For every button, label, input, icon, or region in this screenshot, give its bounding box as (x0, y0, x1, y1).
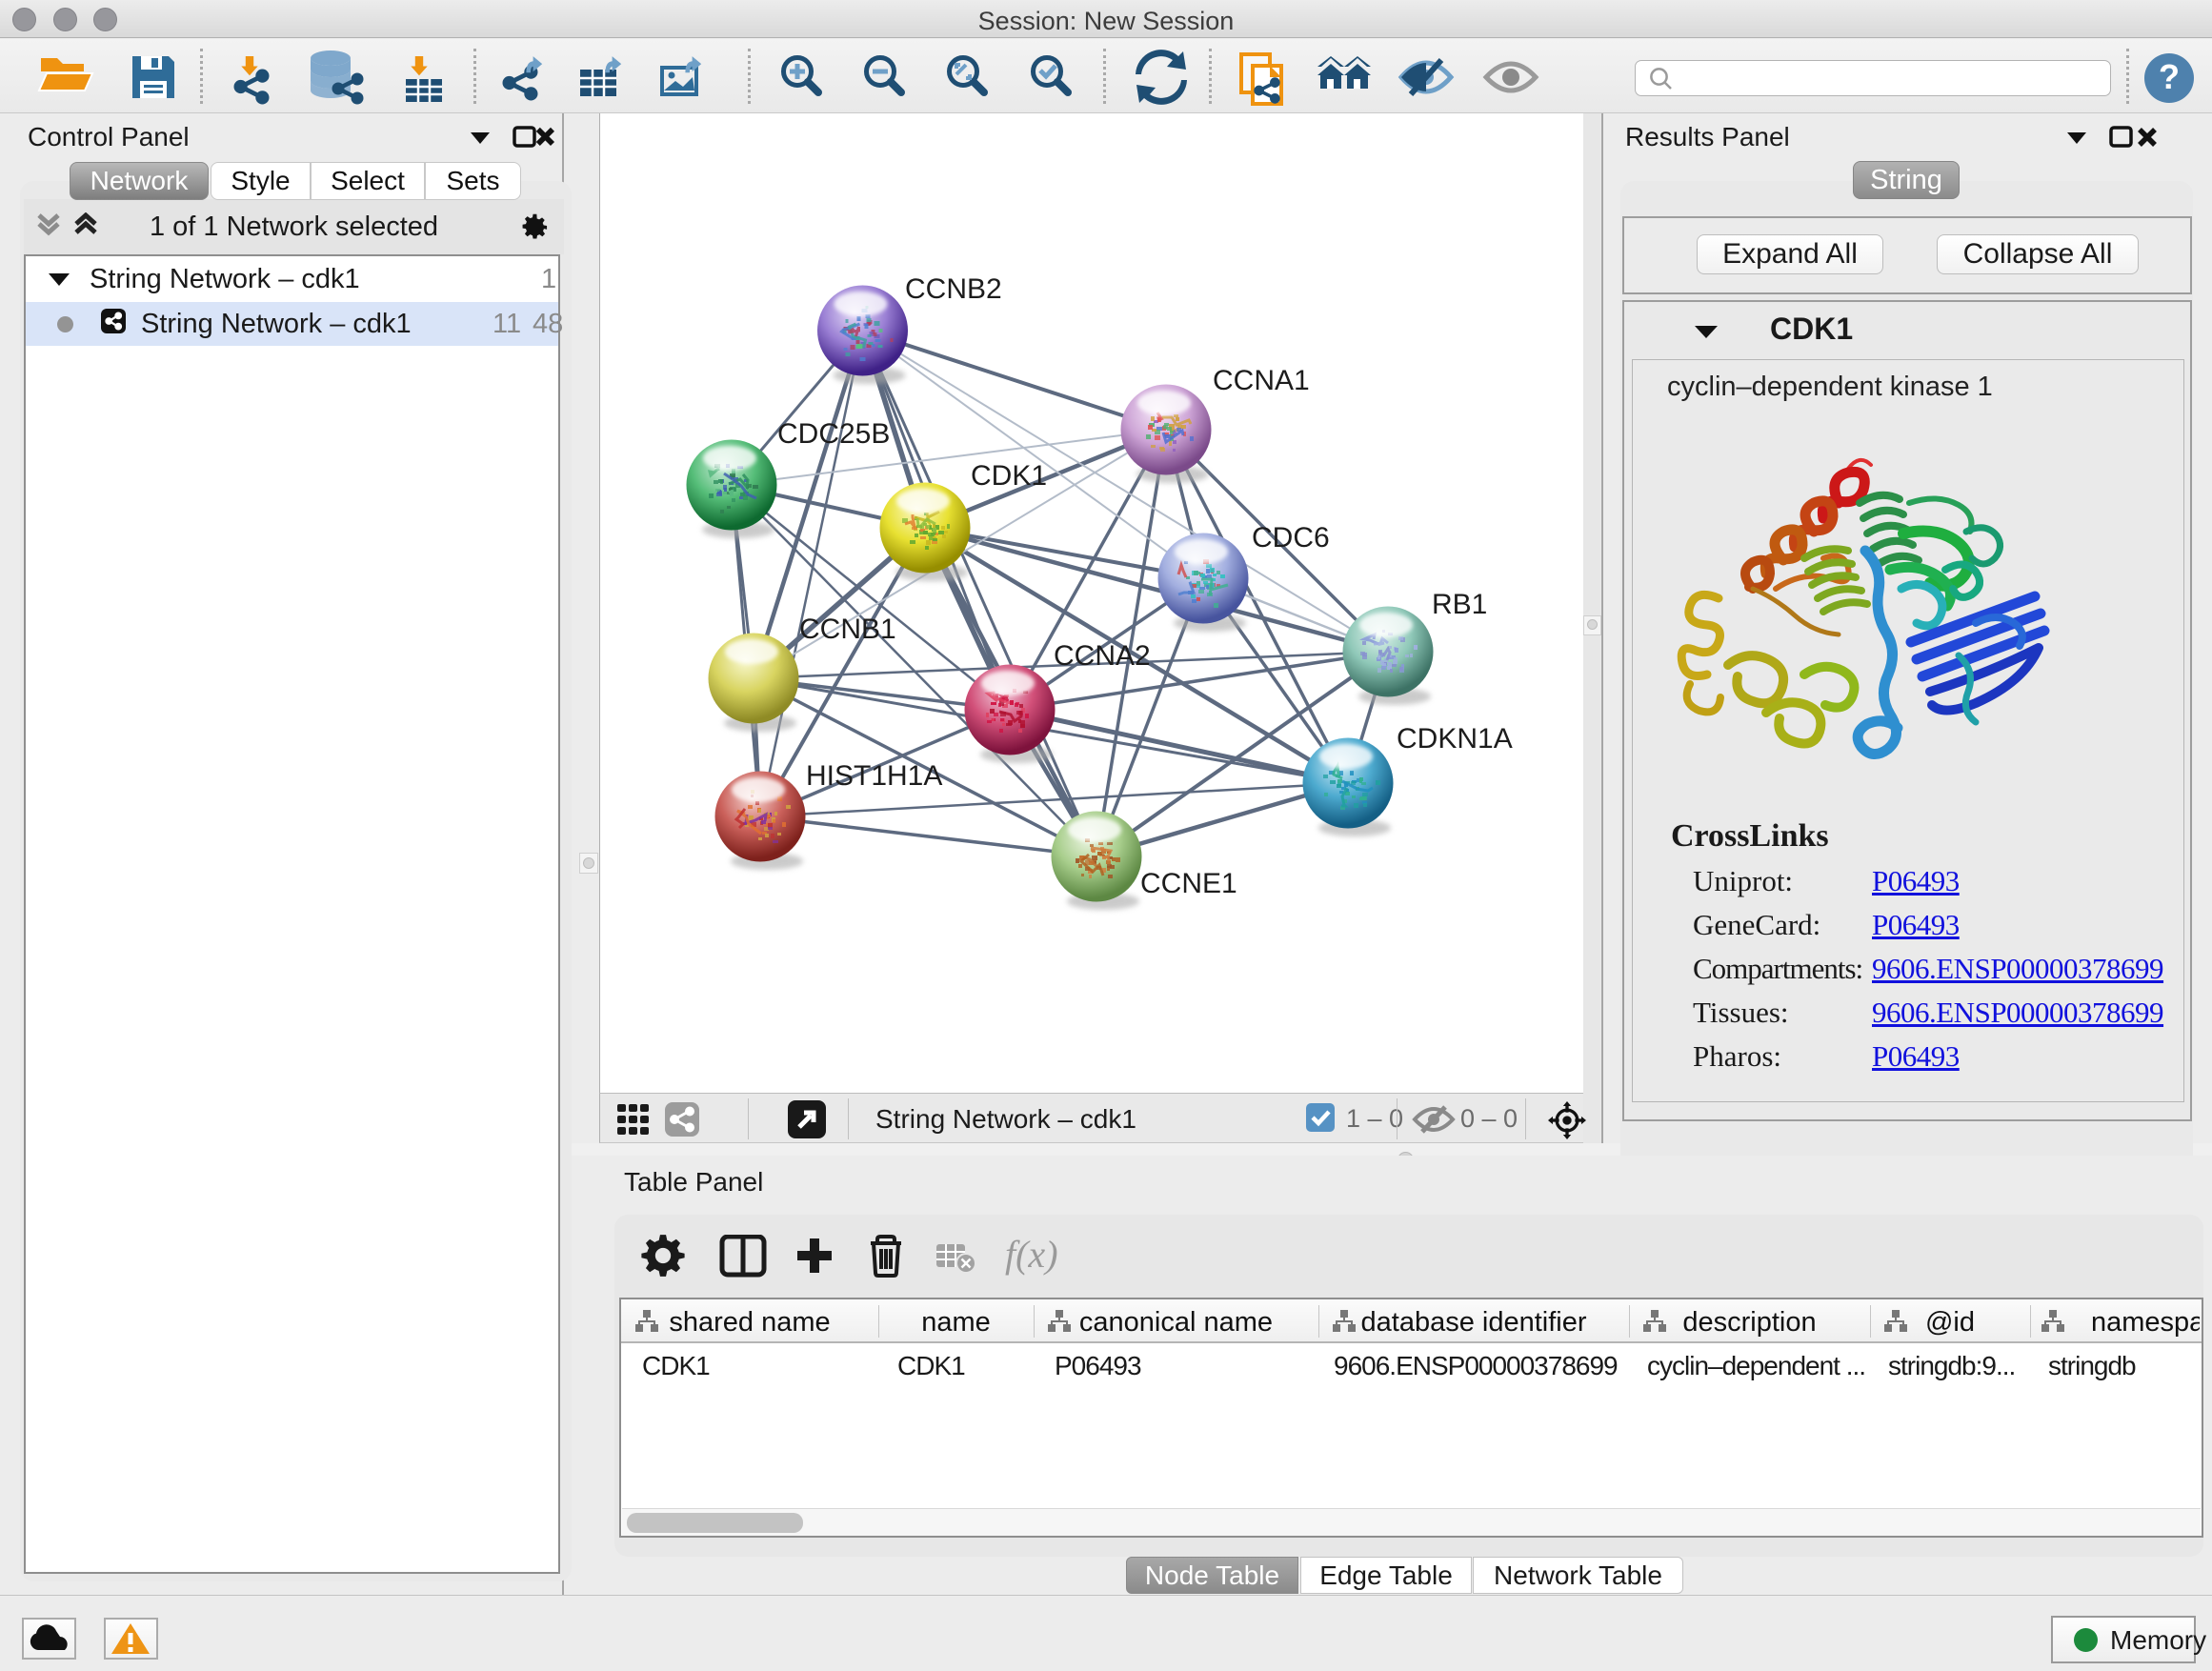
svg-text:CDC25B: CDC25B (777, 418, 890, 450)
svg-text:HIST1H1A: HIST1H1A (806, 760, 942, 792)
svg-text:RB1: RB1 (1432, 589, 1487, 620)
svg-text:CCNB2: CCNB2 (905, 273, 1002, 305)
svg-text:f(x): f(x) (1005, 1235, 1058, 1276)
svg-text:CDK1: CDK1 (971, 460, 1047, 492)
svg-text:CCNA1: CCNA1 (1213, 365, 1310, 396)
svg-text:CDC6: CDC6 (1252, 522, 1330, 554)
svg-text:CCNB1: CCNB1 (799, 614, 896, 645)
svg-text:CDKN1A: CDKN1A (1397, 723, 1513, 755)
svg-text:CCNE1: CCNE1 (1140, 868, 1237, 899)
svg-text:CCNA2: CCNA2 (1054, 640, 1151, 672)
